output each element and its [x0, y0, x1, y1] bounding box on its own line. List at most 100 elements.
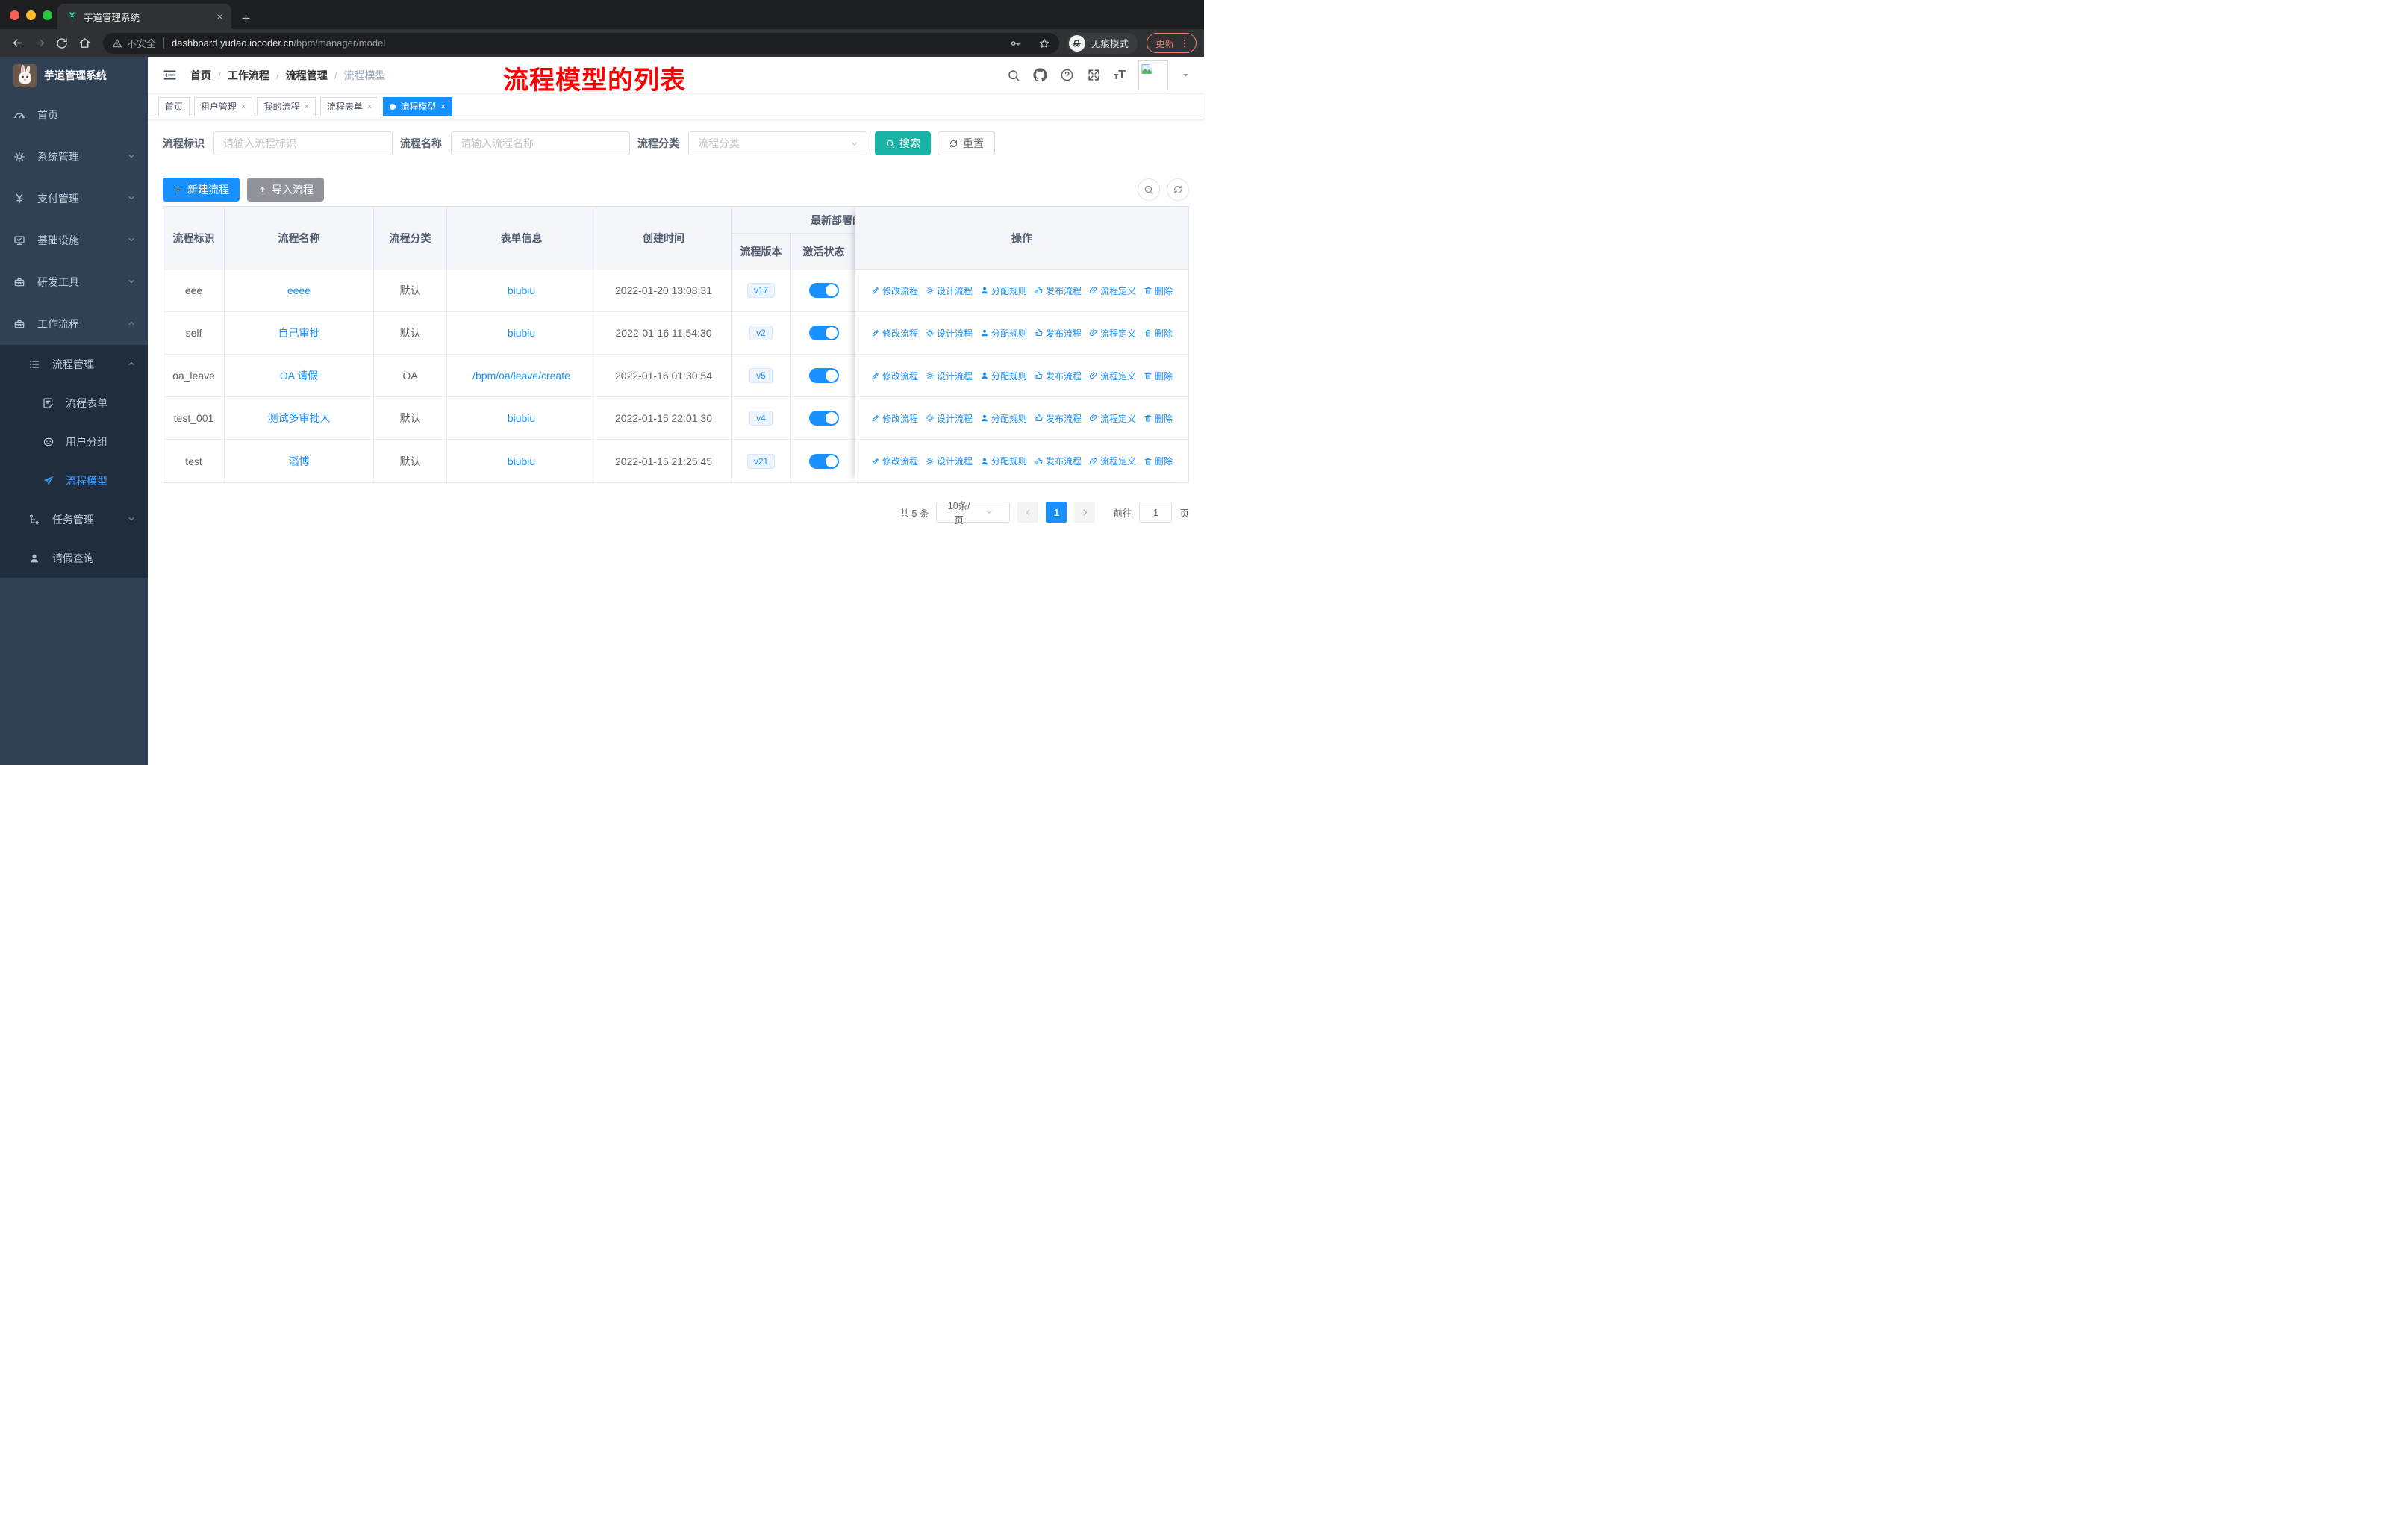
current-page-button[interactable]: 1 [1046, 502, 1067, 523]
window-minimize-button[interactable] [26, 10, 36, 20]
form-info-link[interactable]: biubiu [508, 412, 535, 424]
browser-tab[interactable]: 芋道管理系统 [57, 4, 231, 29]
sidebar-item-workflow[interactable]: 工作流程 [0, 303, 148, 345]
address-bar[interactable]: 不安全 dashboard.yudao.iocoder.cn/bpm/manag… [103, 32, 1059, 54]
action-design-link[interactable]: 设计流程 [926, 455, 973, 467]
action-modify-link[interactable]: 修改流程 [871, 455, 918, 467]
sidebar-item-system[interactable]: 系统管理 [0, 136, 148, 178]
action-delete-link[interactable]: 删除 [1144, 412, 1173, 425]
goto-page-input[interactable] [1139, 502, 1173, 523]
action-definition-link[interactable]: 流程定义 [1089, 327, 1136, 340]
sidebar-item-devtools[interactable]: 研发工具 [0, 261, 148, 303]
action-assign-link[interactable]: 分配规则 [980, 284, 1027, 297]
window-zoom-button[interactable] [43, 10, 52, 20]
action-definition-link[interactable]: 流程定义 [1089, 412, 1136, 425]
version-tag[interactable]: v4 [749, 411, 773, 426]
action-delete-link[interactable]: 删除 [1144, 455, 1173, 467]
action-design-link[interactable]: 设计流程 [926, 370, 973, 382]
reset-button[interactable]: 重置 [938, 131, 995, 155]
sidebar-logo[interactable]: 芋道管理系统 [0, 57, 148, 94]
user-avatar[interactable] [1138, 60, 1168, 90]
version-tag[interactable]: v5 [749, 368, 773, 383]
sidebar-item-process-form[interactable]: 流程表单 [0, 384, 148, 423]
form-info-link[interactable]: biubiu [508, 327, 535, 339]
prev-page-button[interactable] [1017, 502, 1039, 523]
browser-update-button[interactable]: 更新 [1146, 33, 1197, 53]
action-assign-link[interactable]: 分配规则 [980, 370, 1027, 382]
sidebar-item-payment[interactable]: 支付管理 [0, 178, 148, 219]
not-secure-label[interactable]: 不安全 [127, 36, 156, 50]
sidebar-item-task-management[interactable]: 任务管理 [0, 500, 148, 539]
tag-home[interactable]: 首页 [158, 96, 190, 116]
active-status-toggle[interactable] [808, 411, 839, 426]
page-size-select[interactable]: 10条/页 [936, 501, 1011, 526]
active-status-toggle[interactable] [808, 453, 839, 469]
form-info-link[interactable]: /bpm/oa/leave/create [472, 370, 570, 382]
action-modify-link[interactable]: 修改流程 [871, 370, 918, 382]
tab-close-icon[interactable] [216, 13, 224, 21]
import-process-button[interactable]: 导入流程 [247, 178, 324, 202]
sidebar-item-home[interactable]: 首页 [0, 94, 148, 136]
action-publish-link[interactable]: 发布流程 [1035, 455, 1082, 467]
action-design-link[interactable]: 设计流程 [926, 327, 973, 340]
browser-menu-dots-icon[interactable] [1179, 38, 1190, 49]
sidebar-collapse-icon[interactable] [163, 68, 177, 82]
process-category-select[interactable]: 流程分类 [688, 131, 867, 155]
search-button[interactable]: 搜索 [875, 131, 931, 155]
action-publish-link[interactable]: 发布流程 [1035, 370, 1082, 382]
window-controls[interactable] [10, 10, 52, 20]
action-delete-link[interactable]: 删除 [1144, 327, 1173, 340]
process-name-link[interactable]: eeee [287, 284, 311, 296]
sidebar-item-process-management[interactable]: 流程管理 [0, 345, 148, 384]
action-design-link[interactable]: 设计流程 [926, 412, 973, 425]
sidebar-item-user-group[interactable]: 用户分组 [0, 423, 148, 461]
action-assign-link[interactable]: 分配规则 [980, 455, 1027, 467]
version-tag[interactable]: v21 [746, 453, 776, 469]
action-modify-link[interactable]: 修改流程 [871, 284, 918, 297]
bookmark-star-icon[interactable] [1038, 37, 1050, 49]
new-tab-button[interactable] [240, 13, 252, 24]
tag-tenant[interactable]: 租户管理 × [194, 96, 253, 116]
action-definition-link[interactable]: 流程定义 [1089, 284, 1136, 297]
header-search-icon[interactable] [1007, 69, 1020, 82]
process-name-link[interactable]: 测试多审批人 [268, 411, 331, 426]
refresh-table-button[interactable] [1167, 178, 1189, 201]
tag-close-icon[interactable]: × [367, 102, 372, 111]
active-status-toggle[interactable] [808, 368, 839, 383]
tag-close-icon[interactable]: × [304, 102, 308, 111]
action-assign-link[interactable]: 分配规则 [980, 412, 1027, 425]
fullscreen-icon[interactable] [1087, 68, 1101, 82]
breadcrumb-process-management[interactable]: 流程管理 [286, 68, 328, 83]
process-name-link[interactable]: OA 请假 [280, 368, 318, 383]
process-name-link[interactable]: 滔博 [289, 454, 310, 469]
toggle-search-button[interactable] [1138, 178, 1160, 201]
font-size-icon[interactable]: TT [1114, 69, 1126, 81]
window-close-button[interactable] [10, 10, 19, 20]
action-publish-link[interactable]: 发布流程 [1035, 284, 1082, 297]
action-modify-link[interactable]: 修改流程 [871, 412, 918, 425]
help-icon[interactable] [1060, 68, 1074, 82]
action-delete-link[interactable]: 删除 [1144, 284, 1173, 297]
form-info-link[interactable]: biubiu [508, 284, 535, 296]
tag-close-icon[interactable]: × [440, 102, 445, 111]
github-icon[interactable] [1033, 68, 1047, 82]
create-process-button[interactable]: 新建流程 [163, 178, 240, 202]
process-key-input[interactable] [213, 131, 393, 155]
tag-process-form[interactable]: 流程表单 × [319, 96, 379, 116]
active-status-toggle[interactable] [808, 283, 839, 298]
next-page-button[interactable] [1074, 502, 1096, 523]
tag-my-process[interactable]: 我的流程 × [257, 96, 316, 116]
sidebar-item-process-model[interactable]: 流程模型 [0, 461, 148, 500]
tag-process-model[interactable]: 流程模型 × [383, 96, 452, 116]
browser-reload-button[interactable] [51, 32, 73, 55]
form-info-link[interactable]: biubiu [508, 455, 535, 467]
password-key-icon[interactable] [1010, 37, 1022, 49]
action-publish-link[interactable]: 发布流程 [1035, 412, 1082, 425]
breadcrumb-home[interactable]: 首页 [190, 68, 211, 83]
version-tag[interactable]: v17 [746, 283, 776, 298]
tag-close-icon[interactable]: × [241, 102, 246, 111]
action-modify-link[interactable]: 修改流程 [871, 327, 918, 340]
active-status-toggle[interactable] [808, 326, 839, 340]
breadcrumb-workflow[interactable]: 工作流程 [228, 68, 269, 83]
action-definition-link[interactable]: 流程定义 [1089, 370, 1136, 382]
